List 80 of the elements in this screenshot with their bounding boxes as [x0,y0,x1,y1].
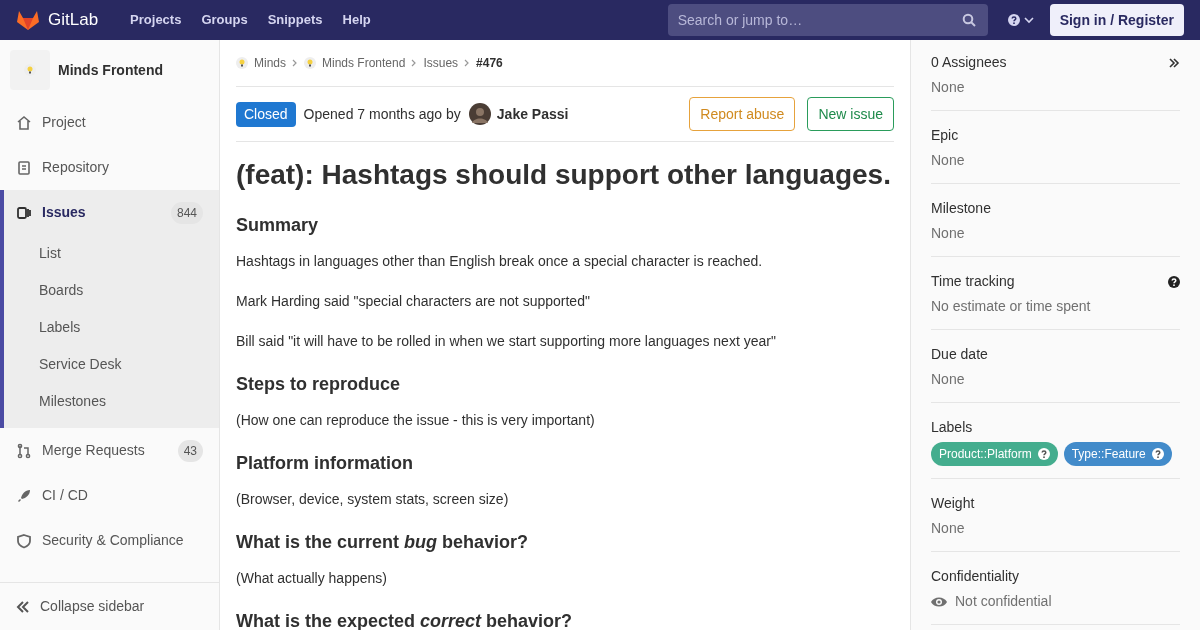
search-field[interactable]: Search or jump to… [667,4,988,36]
caret-icon [1023,16,1034,24]
section-title: Time tracking [931,272,1016,291]
bulb-icon [236,57,248,69]
label-tag[interactable]: Type::Feature [1063,442,1172,466]
action-button[interactable]: New issue [807,97,894,131]
search-icon [961,13,976,27]
sidebar-item[interactable]: Repository [0,145,219,190]
section-value: No estimate or time spent [931,297,1092,316]
sidebar-subitem[interactable]: Boards [4,272,219,309]
help-icon [1151,448,1164,460]
paragraph: (Browser, device, system stats, screen size) [236,490,510,509]
count-badge: 43 [177,439,203,462]
nav-link[interactable]: Snippets [267,10,323,30]
help-icon [1037,448,1050,460]
paragraph: Bill said "it will have to be rolled in when we start supporting more languages next year" [236,332,777,351]
shield-icon [16,532,32,549]
section-title: 0 Assignees [931,53,1008,72]
breadcrumb-link[interactable]: Minds Frontend [322,54,406,72]
section-value: None [931,519,966,538]
section-title: Confidentiality [931,567,1020,586]
count-badge: 844 [170,201,203,224]
chevron-icon [292,59,298,67]
breadcrumb-link[interactable]: Minds [254,54,286,72]
sidebar-item[interactable]: Merge Requests 43 [0,428,219,473]
section-heading: Steps to reproduce [236,373,402,396]
opened-text: Opened 7 months ago by [303,104,461,124]
project-name[interactable]: Minds Frontend [58,59,163,81]
help-icon [1007,14,1020,26]
section-title: Weight [931,494,976,513]
section-title: Due date [931,345,989,364]
chevron-icon [411,59,418,67]
section-value: None [931,370,966,389]
sidebar-subitem[interactable]: List [4,235,219,272]
sidebar-item[interactable]: Project [0,100,219,145]
paragraph: Hashtags in languages other than English break once a special character is reached. [236,252,764,271]
merge-request-icon [16,442,32,459]
brand-name[interactable]: GitLab [48,7,99,33]
home-icon [16,114,32,131]
breadcrumb-link[interactable]: Issues [423,54,459,72]
collapse-sidebar-button[interactable]: Collapse sidebar [0,582,219,630]
section-value: None [931,151,966,170]
paragraph: (How one can reproduce the issue - this is very important) [236,411,596,430]
sidebar-subitem[interactable]: Labels [4,309,219,346]
paragraph: (What actually happens) [236,569,388,588]
author-link[interactable]: Jake Passi [496,103,569,125]
bulb-icon [304,57,316,69]
breadcrumb-link[interactable]: #476 [476,54,503,72]
issue-title: (feat): Hashtags should support other languages. [236,158,892,192]
avatar-icon [468,103,491,125]
section-title: Milestone [931,199,992,218]
expand-icon[interactable] [1168,56,1180,69]
chevron-icon [464,59,471,67]
section-heading: What is the expected correct behavior? [236,610,574,630]
help-icon [1168,275,1180,288]
section-title: Epic [931,126,960,145]
section-heading: What is the current bug behavior? [236,531,530,554]
double-chevron-icon [16,600,30,613]
book-icon [16,159,32,176]
section-value: None [931,78,966,97]
sign-in-button[interactable]: Sign in / Register [1049,4,1184,36]
eye-icon [931,595,947,608]
sidebar-subitem[interactable]: Milestones [4,383,219,420]
status-badge: Closed [236,101,296,127]
issues-icon [16,204,32,221]
section-title: Labels [931,418,974,437]
help-dropdown[interactable] [1007,14,1034,26]
sidebar-item[interactable]: Issues 844 [4,190,219,235]
nav-link[interactable]: Groups [201,10,248,30]
section-heading: Platform information [236,452,414,475]
section-heading: Summary [236,214,320,237]
nav-link[interactable]: Projects [130,10,182,30]
nav-link[interactable]: Help [342,10,371,30]
section-value: Not confidential [955,592,1052,611]
fox-logo-icon [16,9,40,31]
section-value: None [931,224,966,243]
sidebar-item[interactable]: Security & Compliance [0,518,219,563]
sidebar-item[interactable]: CI / CD [0,473,219,518]
paragraph: Mark Harding said "special characters are not supported" [236,292,591,311]
sidebar-subitem[interactable]: Service Desk [4,346,219,383]
